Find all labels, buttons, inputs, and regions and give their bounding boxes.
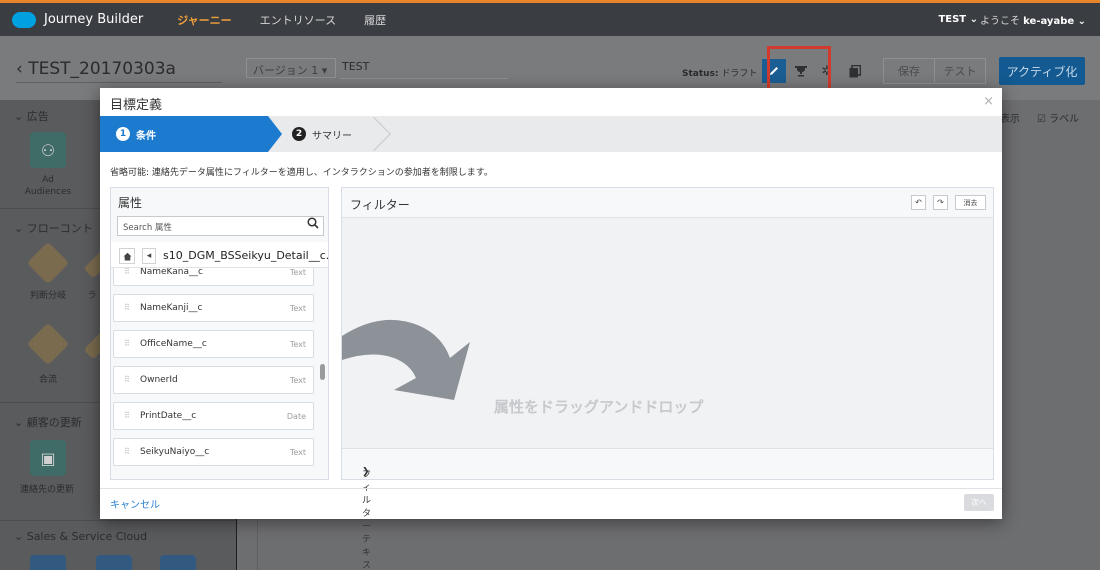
- app-brand: Journey Builder: [44, 12, 144, 27]
- drag-handle-icon[interactable]: ⠿: [124, 375, 130, 384]
- drag-handle-icon[interactable]: ⠿: [124, 411, 130, 420]
- update-contact-icon[interactable]: ▣: [30, 440, 66, 476]
- attribute-row[interactable]: ⠿ OwnerId Text: [113, 366, 314, 394]
- save-button[interactable]: 保存: [884, 59, 934, 83]
- canvas-label-option[interactable]: ☑ ラベル: [1037, 110, 1079, 125]
- attribute-name: NameKana__c: [140, 268, 203, 277]
- status-value: ドラフト: [721, 69, 758, 79]
- modal-footer-divider: [100, 488, 1002, 489]
- attribute-name: PrintDate__c: [140, 411, 197, 421]
- breadcrumb: s10_DGM_BSSeikyu_Detail__c...: [163, 249, 329, 262]
- goal-definition-modal: 目標定義 × 1 条件 2 サマリー 省略可能: 連絡先データ属性にフィルターを…: [100, 88, 1002, 570]
- copy-icon[interactable]: [843, 59, 867, 83]
- attribute-name: NameKanji__c: [140, 303, 203, 313]
- back-chevron-icon[interactable]: ◂: [142, 248, 156, 264]
- version-dropdown[interactable]: バージョン 1 ▾: [246, 58, 336, 78]
- checkbox-icon[interactable]: ☑: [1037, 114, 1046, 125]
- sales-cloud-activity-icon[interactable]: [30, 555, 66, 570]
- user-name: ke-ayabe ⌄: [1023, 16, 1086, 27]
- palette-section-flow-control[interactable]: ⌄ フローコント: [14, 220, 93, 236]
- attribute-row[interactable]: ⠿ OfficeName__c Text: [113, 330, 314, 358]
- service-cloud-activity-icon[interactable]: [96, 555, 132, 570]
- attribute-type: Text: [289, 268, 306, 277]
- attribute-type: Date: [286, 412, 306, 421]
- drag-handle-icon[interactable]: ⠿: [124, 268, 130, 276]
- attributes-panel: 属性 Search 属性 ◂ s10_DGM_BSSeikyu_Detail__…: [110, 187, 329, 480]
- step-label: サマリー: [312, 131, 352, 142]
- search-icon[interactable]: [307, 217, 319, 232]
- redo-icon[interactable]: ↷: [933, 195, 948, 210]
- attribute-type: Text: [289, 340, 306, 349]
- filter-title: フィルター: [350, 198, 410, 212]
- step-label: 条件: [136, 131, 156, 142]
- palette-item-update-contact: 連絡先の更新: [19, 485, 74, 495]
- welcome-text: ようこそ: [979, 16, 1020, 27]
- filter-header: フィルター ↶ ↷ 消去: [342, 188, 993, 218]
- canvas-show-option[interactable]: 表示: [1000, 110, 1020, 125]
- drag-handle-icon[interactable]: ⠿: [124, 303, 130, 312]
- status-label: Status:: [682, 69, 719, 79]
- modal-title: 目標定義: [110, 98, 163, 113]
- filter-text-toggle[interactable]: ❯ フィルターテキスト: [342, 448, 993, 570]
- salesforce-cloud-logo: [12, 11, 36, 28]
- nav-journeys[interactable]: ジャーニー: [177, 12, 231, 28]
- home-icon[interactable]: [119, 248, 135, 264]
- attribute-row[interactable]: ⠿ SeikyuNaiyo__c Text: [113, 438, 314, 466]
- palette-section-update-customer[interactable]: ⌄ 顧客の更新: [14, 414, 82, 430]
- attribute-list: ⠿ NameKana__c Text ⠿ NameKanji__c Text ⠿…: [111, 268, 318, 479]
- header-button-group: 保存 テスト: [883, 58, 986, 84]
- modal-description: 省略可能: 連絡先データ属性にフィルターを適用し、インタラクションの参加者を制限…: [110, 168, 493, 178]
- object-activity-icon[interactable]: [160, 555, 196, 570]
- attribute-row[interactable]: ⠿ NameKanji__c Text: [113, 294, 314, 322]
- attribute-search-input[interactable]: Search 属性: [117, 216, 324, 236]
- attribute-type: Text: [289, 376, 306, 385]
- palette-item-ad-audiences: Ad Audiences: [24, 175, 72, 197]
- filter-drop-zone[interactable]: 属性をドラッグアンドドロップ: [342, 218, 993, 448]
- test-button[interactable]: テスト: [934, 59, 985, 83]
- attribute-row[interactable]: ⠿ PrintDate__c Date: [113, 402, 314, 430]
- journey-description-underline: [340, 78, 508, 79]
- next-button[interactable]: 次へ: [964, 494, 994, 511]
- nav-history[interactable]: 履歴: [364, 12, 386, 28]
- attribute-name: OfficeName__c: [140, 339, 207, 349]
- org-switcher[interactable]: TEST ⌄: [938, 14, 978, 25]
- attribute-type: Text: [289, 448, 306, 457]
- activate-button[interactable]: アクティブ化: [999, 57, 1085, 85]
- palette-divider: [0, 520, 236, 521]
- journey-name-underline: [16, 82, 222, 83]
- palette-section-ads[interactable]: ⌄ 広告: [14, 108, 49, 124]
- step-criteria[interactable]: 1 条件: [100, 116, 282, 152]
- step-number: 2: [292, 127, 306, 141]
- journey-description[interactable]: TEST: [342, 60, 369, 73]
- decision-split-icon[interactable]: [26, 241, 70, 285]
- journey-status: Status: ドラフト: [682, 66, 757, 79]
- drag-handle-icon[interactable]: ⠿: [124, 339, 130, 348]
- attribute-type: Text: [289, 304, 306, 313]
- palette-section-sales-service-cloud[interactable]: ⌄ Sales & Service Cloud: [14, 530, 147, 543]
- step-number: 1: [116, 127, 130, 141]
- attribute-name: OwnerId: [140, 375, 178, 385]
- close-icon[interactable]: ×: [983, 94, 994, 109]
- filter-panel: フィルター ↶ ↷ 消去 属性をドラッグアンドドロップ ❯ フィルターテキスト: [341, 187, 994, 570]
- cancel-link[interactable]: キャンセル: [110, 496, 160, 511]
- attribute-list-scrollbar[interactable]: [320, 364, 325, 380]
- highlight-annotation-box: [767, 46, 831, 94]
- attribute-name: SeikyuNaiyo__c: [140, 447, 210, 457]
- drag-handle-icon[interactable]: ⠿: [124, 447, 130, 456]
- attributes-title: 属性: [118, 196, 143, 210]
- attribute-row[interactable]: ⠿ NameKana__c Text: [113, 268, 314, 286]
- undo-icon[interactable]: ↶: [911, 195, 926, 210]
- clear-button[interactable]: 消去: [955, 195, 986, 210]
- top-navigation-bar: Journey Builder ジャーニー エントリソース 履歴 TEST ⌄ …: [0, 0, 1100, 36]
- ad-audiences-icon[interactable]: ⚇: [30, 132, 66, 168]
- join-icon[interactable]: [26, 322, 70, 366]
- journey-name[interactable]: ‹ TEST_20170303a: [16, 59, 176, 79]
- nav-entry-sources[interactable]: エントリソース: [260, 12, 336, 28]
- filter-text-caption: フィルターテキスト: [362, 470, 372, 570]
- user-menu[interactable]: ようこそ ke-ayabe ⌄: [980, 12, 1086, 27]
- label-option-text: ラベル: [1049, 114, 1080, 125]
- drop-hint-text: 属性をドラッグアンドドロップ: [494, 398, 704, 416]
- wizard-steps: 1 条件 2 サマリー: [100, 116, 1002, 152]
- palette-item-join: 合流: [38, 375, 57, 385]
